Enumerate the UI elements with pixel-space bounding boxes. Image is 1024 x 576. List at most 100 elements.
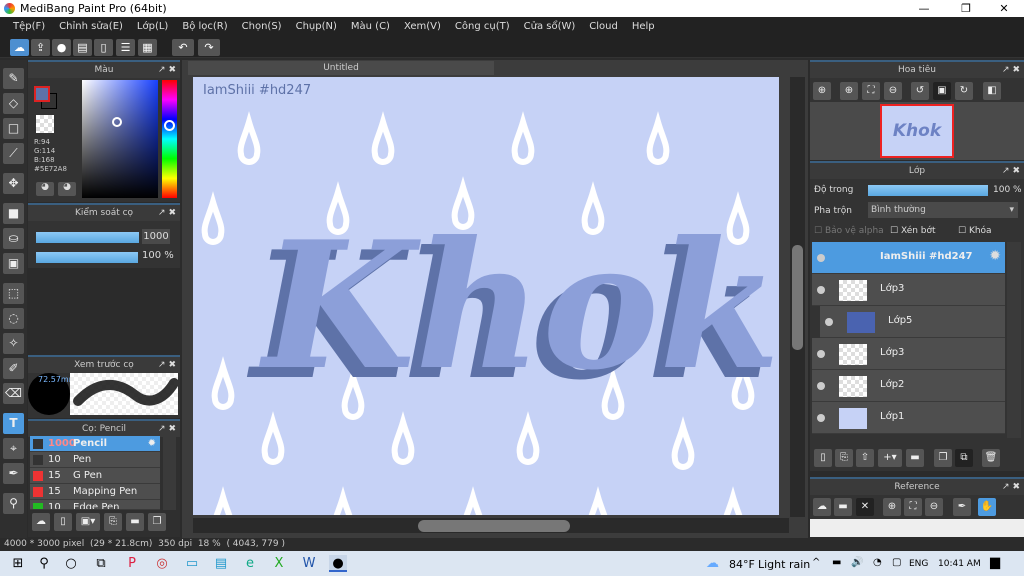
- menu-filter[interactable]: Bộ lọc(R): [175, 17, 234, 37]
- layer-row-clipped[interactable]: Lớp5: [820, 306, 1005, 338]
- brush-folder-icon[interactable]: ▬: [126, 513, 144, 531]
- gear-icon[interactable]: ✹: [989, 248, 1001, 264]
- rotate-left-icon[interactable]: ↺: [911, 82, 929, 100]
- saturation-value-picker[interactable]: [82, 80, 158, 198]
- blend-mode-select[interactable]: Bình thường ▾: [868, 202, 1018, 218]
- cloud-icon[interactable]: ☁: [10, 39, 29, 56]
- brush-item-edge-pen[interactable]: 10 Edge Pen: [30, 500, 160, 510]
- close-icon[interactable]: ↗ ✖: [158, 205, 176, 221]
- files-icon[interactable]: ▤: [212, 555, 230, 572]
- export-layer-icon[interactable]: ⇧: [856, 449, 874, 467]
- reference-cloud-icon[interactable]: ☁: [813, 498, 831, 516]
- menu-view[interactable]: Xem(V): [397, 17, 448, 37]
- hand-icon[interactable]: ✋: [978, 498, 996, 516]
- flip-icon[interactable]: ◧: [983, 82, 1001, 100]
- dropper-tool-icon[interactable]: ✒: [3, 463, 24, 484]
- weather-text[interactable]: Light rain: [758, 558, 810, 571]
- language-indicator[interactable]: ENG: [909, 559, 928, 569]
- brush-item-g-pen[interactable]: 15 G Pen: [30, 468, 160, 484]
- eraser-tool-icon[interactable]: ◇: [3, 93, 24, 114]
- brush-list-scrollbar[interactable]: [163, 436, 176, 510]
- menu-help[interactable]: Help: [625, 17, 662, 37]
- layers-scrollbar[interactable]: [1007, 242, 1021, 438]
- layer-row[interactable]: Lớp3: [812, 274, 1005, 306]
- visibility-icon[interactable]: [817, 350, 825, 358]
- close-icon[interactable]: ↗ ✖: [1002, 163, 1020, 179]
- visibility-icon[interactable]: [825, 318, 833, 326]
- close-icon[interactable]: ↗ ✖: [158, 421, 176, 437]
- sv-cursor[interactable]: [112, 117, 122, 127]
- weather-temp[interactable]: 84°F: [729, 558, 755, 571]
- add-brush-dropdown-icon[interactable]: ▣▾: [76, 513, 100, 531]
- reference-fit-icon[interactable]: ⛶: [904, 498, 922, 516]
- meet-icon[interactable]: ▢: [892, 557, 901, 568]
- notification-icon[interactable]: ▆: [990, 555, 1000, 570]
- menu-window[interactable]: Cửa sổ(W): [517, 17, 583, 37]
- word-icon[interactable]: W: [300, 555, 318, 572]
- transparent-color-swatch[interactable]: [36, 115, 54, 133]
- menu-tools[interactable]: Công cụ(T): [448, 17, 517, 37]
- visibility-icon[interactable]: [817, 286, 825, 294]
- menu-layer[interactable]: Lớp(L): [130, 17, 175, 37]
- minimize-button[interactable]: —: [904, 0, 944, 17]
- excel-icon[interactable]: X: [270, 555, 288, 572]
- copy-brush-icon[interactable]: ⎘: [104, 513, 122, 531]
- layer-row[interactable]: IamShiii #hd247 ✹: [812, 242, 1005, 274]
- hue-cursor[interactable]: [164, 120, 175, 131]
- primary-color-swatch[interactable]: [34, 86, 50, 102]
- clipping-checkbox[interactable]: ☐ Xén bớt: [890, 226, 936, 236]
- share-icon[interactable]: ⇪: [31, 39, 50, 56]
- new-layer-icon[interactable]: ▯: [814, 449, 832, 467]
- close-icon[interactable]: ↗ ✖: [1002, 479, 1020, 495]
- duplicate-brush-icon[interactable]: ❐: [148, 513, 166, 531]
- brush-size-slider[interactable]: [36, 232, 139, 243]
- layer-opacity-slider[interactable]: [868, 185, 988, 196]
- select-tool-icon[interactable]: ⬚: [3, 283, 24, 304]
- copy-layer-icon[interactable]: ⎘: [835, 449, 853, 467]
- trash-icon[interactable]: 🗑: [982, 449, 1000, 467]
- menu-cloud[interactable]: Cloud: [582, 17, 625, 37]
- brush-size-value[interactable]: 1000: [142, 229, 170, 244]
- bucket-tool-icon[interactable]: ⛀: [3, 228, 24, 249]
- brush-item-pencil[interactable]: 1000 Pencil ✹: [30, 436, 160, 452]
- text-tool-icon[interactable]: T: [3, 413, 24, 434]
- powerpoint-icon[interactable]: P: [123, 555, 141, 572]
- select-pen-tool-icon[interactable]: ✐: [3, 358, 24, 379]
- document-tab[interactable]: Untitled: [188, 61, 494, 75]
- page-list-icon[interactable]: ☰: [116, 39, 135, 56]
- add-layer-dropdown-icon[interactable]: +▾: [878, 449, 902, 467]
- layer-row[interactable]: Lớp1: [812, 402, 1005, 434]
- reference-zoom-out-icon[interactable]: ⊖: [925, 498, 943, 516]
- volume-icon[interactable]: 🔊: [851, 557, 863, 568]
- close-reference-icon[interactable]: ✕: [856, 498, 874, 516]
- protect-alpha-checkbox[interactable]: ☐ Bảo vệ alpha: [814, 226, 884, 236]
- rotate-right-icon[interactable]: ↻: [955, 82, 973, 100]
- gradient-tool-icon[interactable]: ▣: [3, 253, 24, 274]
- medibang-taskbar-icon[interactable]: ●: [329, 555, 347, 572]
- zoom-in-icon[interactable]: ⊕: [840, 82, 858, 100]
- magic-wand-tool-icon[interactable]: ✧: [3, 333, 24, 354]
- merge-layer-icon[interactable]: ⧉: [955, 449, 973, 467]
- close-icon[interactable]: ↗ ✖: [1002, 62, 1020, 78]
- close-button[interactable]: ✕: [984, 0, 1024, 17]
- drawing-canvas[interactable]: Khok Khok IamShiii #hd247: [193, 77, 779, 515]
- lock-checkbox[interactable]: ☐ Khóa: [958, 226, 992, 236]
- open-folder-icon[interactable]: ▬: [834, 498, 852, 516]
- page-icon[interactable]: ▯: [94, 39, 113, 56]
- select-eraser-tool-icon[interactable]: ⌫: [3, 383, 24, 404]
- search-icon[interactable]: ⚲: [35, 555, 53, 572]
- grid-icon[interactable]: ▦: [138, 39, 157, 56]
- monitor-icon[interactable]: ▭: [183, 555, 201, 572]
- layer-row[interactable]: Lớp2: [812, 370, 1005, 402]
- gear-icon[interactable]: ✹: [148, 436, 156, 452]
- lasso-tool-icon[interactable]: ◌: [3, 308, 24, 329]
- maximize-button[interactable]: ❐: [946, 0, 986, 17]
- menu-select[interactable]: Chọn(S): [235, 17, 289, 37]
- palette-icon[interactable]: ◕: [36, 182, 54, 196]
- menu-snap[interactable]: Chụp(N): [289, 17, 344, 37]
- comment-icon[interactable]: ●: [52, 39, 71, 56]
- navigator-thumbnail[interactable]: Khok: [880, 104, 954, 158]
- brush-item-mapping-pen[interactable]: 15 Mapping Pen: [30, 484, 160, 500]
- app-icon[interactable]: ◎: [153, 555, 171, 572]
- edge-icon[interactable]: e: [241, 555, 259, 572]
